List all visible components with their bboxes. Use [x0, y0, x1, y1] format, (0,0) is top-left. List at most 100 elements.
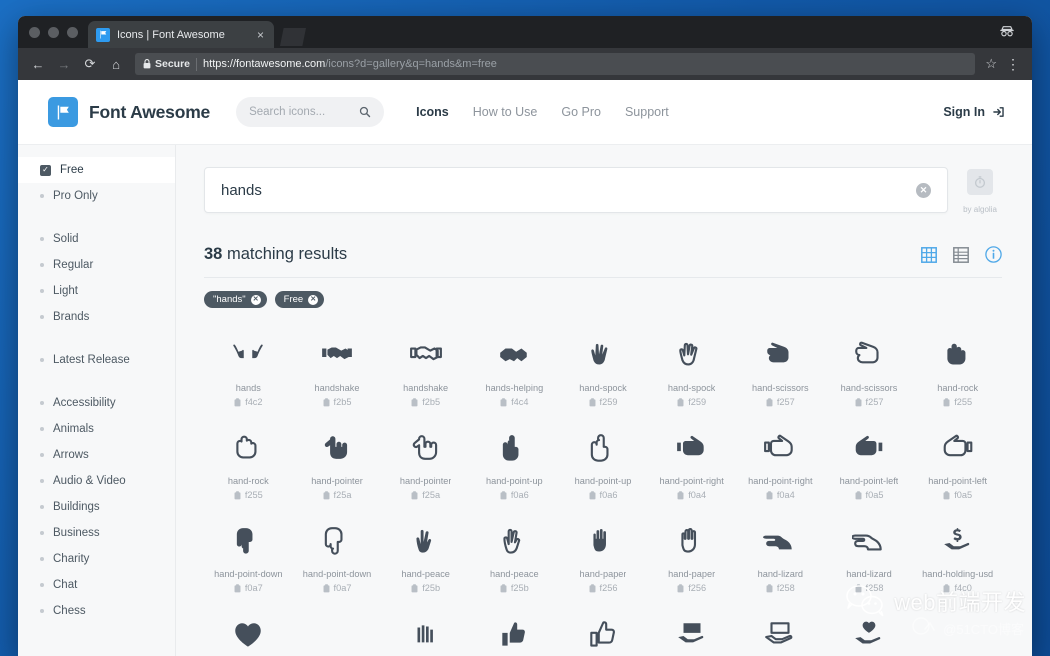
icon-result-cell[interactable]: hand-rock f255 [913, 324, 1002, 417]
sidebar-item-arrows[interactable]: Arrows [18, 442, 175, 468]
grid-view-button[interactable] [921, 246, 937, 263]
browser-window: Icons | Font Awesome × ← → ⟳ ⌂ Secure ht… [18, 16, 1032, 656]
icon-result-cell[interactable]: hand-paper f256 [647, 510, 736, 603]
icon-result-cell[interactable]: hand-point-left f0a5 [913, 417, 1002, 510]
icon-result-cell[interactable]: hand-lizard f258 [825, 510, 914, 603]
icon-result-cell[interactable]: hands f4c2 [204, 324, 293, 417]
nav-item-go-pro[interactable]: Go Pro [561, 105, 601, 119]
new-tab-button[interactable] [280, 28, 306, 46]
list-view-button[interactable] [953, 246, 969, 263]
icon-result-cell[interactable]: hand-lizard f258 [736, 510, 825, 603]
bookmark-star-icon[interactable]: ☆ [982, 56, 1000, 72]
sidebar-item-free[interactable]: ✓ Free [18, 157, 175, 183]
sidebar-item-chat[interactable]: Chat [18, 572, 175, 598]
icon-result-cell[interactable]: hand-point-left f0a5 [825, 417, 914, 510]
icon-result-cell[interactable]: hand-peace f25b [470, 510, 559, 603]
sidebar-item-audio-video[interactable]: Audio & Video [18, 468, 175, 494]
icon-result-cell[interactable]: hand-point-down f0a7 [204, 510, 293, 603]
hand-point-right-icon [763, 427, 797, 467]
back-button[interactable]: ← [26, 52, 50, 76]
sidebar-item-chess[interactable]: Chess [18, 598, 175, 624]
close-window-button[interactable] [29, 26, 40, 38]
icon-result-cell[interactable]: handshake f2b5 [293, 324, 382, 417]
info-icon[interactable] [985, 246, 1002, 263]
brand-logo[interactable]: Font Awesome [48, 97, 210, 127]
browser-tab[interactable]: Icons | Font Awesome × [88, 21, 274, 48]
icon-result-cell[interactable]: hand-paper f256 [559, 510, 648, 603]
view-toolbar [921, 246, 1002, 263]
reload-button[interactable]: ⟳ [78, 52, 102, 76]
icon-result-cell[interactable] [736, 603, 825, 656]
icon-result-cell[interactable]: hand-point-right f0a4 [647, 417, 736, 510]
icon-result-cell[interactable]: hand-point-up f0a6 [470, 417, 559, 510]
icon-result-cell[interactable] [381, 603, 470, 656]
icon-result-cell[interactable]: hand-spock f259 [647, 324, 736, 417]
icon-result-cell[interactable]: hand-point-right f0a4 [736, 417, 825, 510]
icon-result-cell[interactable]: hand-pointer f25a [293, 417, 382, 510]
hand-paper-icon [675, 520, 709, 560]
nav-item-support[interactable]: Support [625, 105, 669, 119]
sidebar-item-label: Chat [53, 579, 78, 591]
icon-result-cell[interactable]: hands-helping f4c4 [470, 324, 559, 417]
sign-in-button[interactable]: Sign In [943, 105, 1006, 119]
remove-filter-icon[interactable]: ✕ [250, 294, 261, 305]
sidebar-item-label: Chess [53, 605, 86, 617]
hand-peace-icon [409, 520, 443, 560]
sidebar-item-latest-release[interactable]: Latest Release [18, 347, 175, 373]
header-search-input[interactable]: Search icons... [236, 97, 385, 127]
sidebar-item-animals[interactable]: Animals [18, 416, 175, 442]
nav-item-how-to-use[interactable]: How to Use [473, 105, 538, 119]
icon-result-cell[interactable]: hand-scissors f257 [825, 324, 914, 417]
icon-name: hands [235, 383, 261, 393]
handshake-icon [320, 334, 354, 374]
icon-unicode: f0a5 [855, 490, 883, 500]
browser-menu-button[interactable]: ⋮ [1002, 57, 1024, 71]
minimize-window-button[interactable] [48, 26, 59, 38]
sidebar-item-pro-only[interactable]: Pro Only [18, 183, 175, 209]
icon-name: hand-paper [668, 569, 716, 579]
clipboard-icon [943, 397, 950, 406]
results-count: 38 matching results [204, 245, 347, 264]
sidebar-item-regular[interactable]: Regular [18, 252, 175, 278]
sidebar-item-business[interactable]: Business [18, 520, 175, 546]
icon-unicode: f25b [411, 583, 440, 593]
clear-search-button[interactable]: ✕ [916, 182, 931, 198]
icon-result-cell[interactable] [825, 603, 914, 656]
filter-chip[interactable]: Free ✕ [274, 291, 325, 308]
forward-button[interactable]: → [52, 52, 76, 76]
sidebar-item-light[interactable]: Light [18, 278, 175, 304]
site-header: Font Awesome Search icons... Icons How t… [18, 80, 1032, 145]
icon-result-cell[interactable] [913, 603, 1002, 656]
icon-result-cell[interactable]: hand-point-down f0a7 [293, 510, 382, 603]
sidebar-item-accessibility[interactable]: Accessibility [18, 390, 175, 416]
icon-unicode-value: f257 [776, 397, 795, 407]
maximize-window-button[interactable] [67, 26, 78, 38]
icon-result-cell[interactable] [647, 603, 736, 656]
lock-icon [143, 59, 151, 69]
home-button[interactable]: ⌂ [104, 52, 128, 76]
remove-filter-icon[interactable]: ✕ [308, 294, 319, 305]
window-traffic-lights[interactable] [27, 16, 88, 48]
clipboard-icon [943, 583, 950, 592]
icon-result-cell[interactable] [559, 603, 648, 656]
sidebar-item-brands[interactable]: Brands [18, 304, 175, 330]
filter-chip[interactable]: "hands" ✕ [204, 291, 267, 308]
nav-item-icons[interactable]: Icons [416, 105, 449, 119]
icon-result-cell[interactable]: hand-rock f255 [204, 417, 293, 510]
icon-result-cell[interactable]: hand-holding-usd f4c0 [913, 510, 1002, 603]
icon-result-cell[interactable] [293, 603, 382, 656]
icon-result-cell[interactable]: hand-spock f259 [559, 324, 648, 417]
sidebar-item-buildings[interactable]: Buildings [18, 494, 175, 520]
icon-result-cell[interactable]: handshake f2b5 [381, 324, 470, 417]
sidebar-item-charity[interactable]: Charity [18, 546, 175, 572]
address-bar[interactable]: Secure https://fontawesome.com/icons?d=g… [135, 53, 976, 75]
icon-search-input[interactable]: hands ✕ [204, 167, 948, 213]
close-tab-button[interactable]: × [255, 29, 266, 41]
icon-result-cell[interactable]: hand-peace f25b [381, 510, 470, 603]
icon-result-cell[interactable] [470, 603, 559, 656]
icon-result-cell[interactable]: hand-scissors f257 [736, 324, 825, 417]
icon-result-cell[interactable] [204, 603, 293, 656]
sidebar-item-solid[interactable]: Solid [18, 226, 175, 252]
icon-result-cell[interactable]: hand-point-up f0a6 [559, 417, 648, 510]
icon-result-cell[interactable]: hand-pointer f25a [381, 417, 470, 510]
